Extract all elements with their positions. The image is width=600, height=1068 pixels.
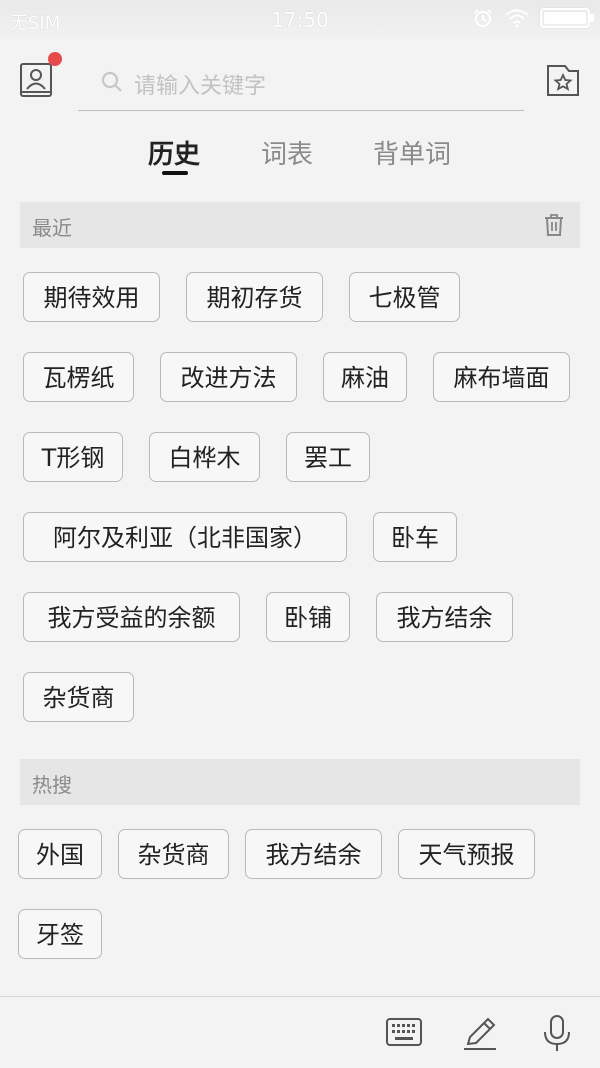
active-tab-indicator — [162, 171, 188, 175]
search-placeholder: 请输入关键字 — [134, 74, 267, 99]
tab-wordlist[interactable]: 词表 — [261, 134, 313, 171]
recent-section-header: 最近 — [20, 202, 580, 248]
tab-history[interactable]: 历史 — [148, 134, 200, 171]
hot-item[interactable]: 我方结余 — [245, 829, 382, 879]
recent-item[interactable]: 白桦木 — [149, 432, 260, 482]
recent-item[interactable]: 改进方法 — [160, 352, 297, 402]
recent-item[interactable]: 我方结余 — [376, 592, 513, 642]
search-field[interactable]: 请输入关键字 — [78, 56, 524, 111]
pen-icon[interactable] — [460, 1013, 500, 1053]
recent-item[interactable]: 卧铺 — [266, 592, 350, 642]
search-icon — [101, 71, 122, 92]
recent-item[interactable]: 卧车 — [373, 512, 457, 562]
recent-item[interactable]: 我方受益的余额 — [23, 592, 240, 642]
profile-book-icon[interactable] — [18, 62, 56, 100]
input-toolbar — [0, 996, 600, 1068]
status-icons — [472, 8, 594, 28]
hot-item[interactable]: 牙签 — [18, 909, 102, 959]
trash-icon[interactable] — [544, 214, 564, 236]
recent-item[interactable]: 罢工 — [286, 432, 370, 482]
microphone-icon[interactable] — [537, 1013, 577, 1053]
recent-title: 最近 — [32, 216, 72, 240]
recent-item[interactable]: 七极管 — [349, 272, 460, 322]
tab-memorize[interactable]: 背单词 — [373, 134, 451, 171]
recent-item[interactable]: T形钢 — [23, 432, 123, 482]
recent-item[interactable]: 瓦楞纸 — [23, 352, 134, 402]
alarm-icon — [474, 9, 492, 27]
battery-icon — [540, 8, 594, 28]
hot-item[interactable]: 杂货商 — [118, 829, 229, 879]
wifi-icon — [505, 9, 529, 28]
recent-item[interactable]: 期待效用 — [23, 272, 160, 322]
keyboard-icon[interactable] — [384, 1013, 424, 1053]
notification-dot — [48, 52, 62, 66]
recent-item[interactable]: 麻油 — [323, 352, 407, 402]
recent-item[interactable]: 麻布墙面 — [433, 352, 570, 402]
tab-bar: 历史 词表 背单词 — [0, 128, 600, 180]
recent-item[interactable]: 杂货商 — [23, 672, 134, 722]
recent-item[interactable]: 期初存货 — [186, 272, 323, 322]
hot-section-header: 热搜 — [20, 759, 580, 805]
status-bar: 无SIM 17:50 — [0, 0, 600, 40]
star-folder-icon[interactable] — [545, 62, 581, 98]
hot-item[interactable]: 外国 — [18, 829, 102, 879]
recent-item[interactable]: 阿尔及利亚（北非国家） — [23, 512, 347, 562]
hot-item[interactable]: 天气预报 — [398, 829, 535, 879]
hot-title: 热搜 — [32, 773, 72, 797]
